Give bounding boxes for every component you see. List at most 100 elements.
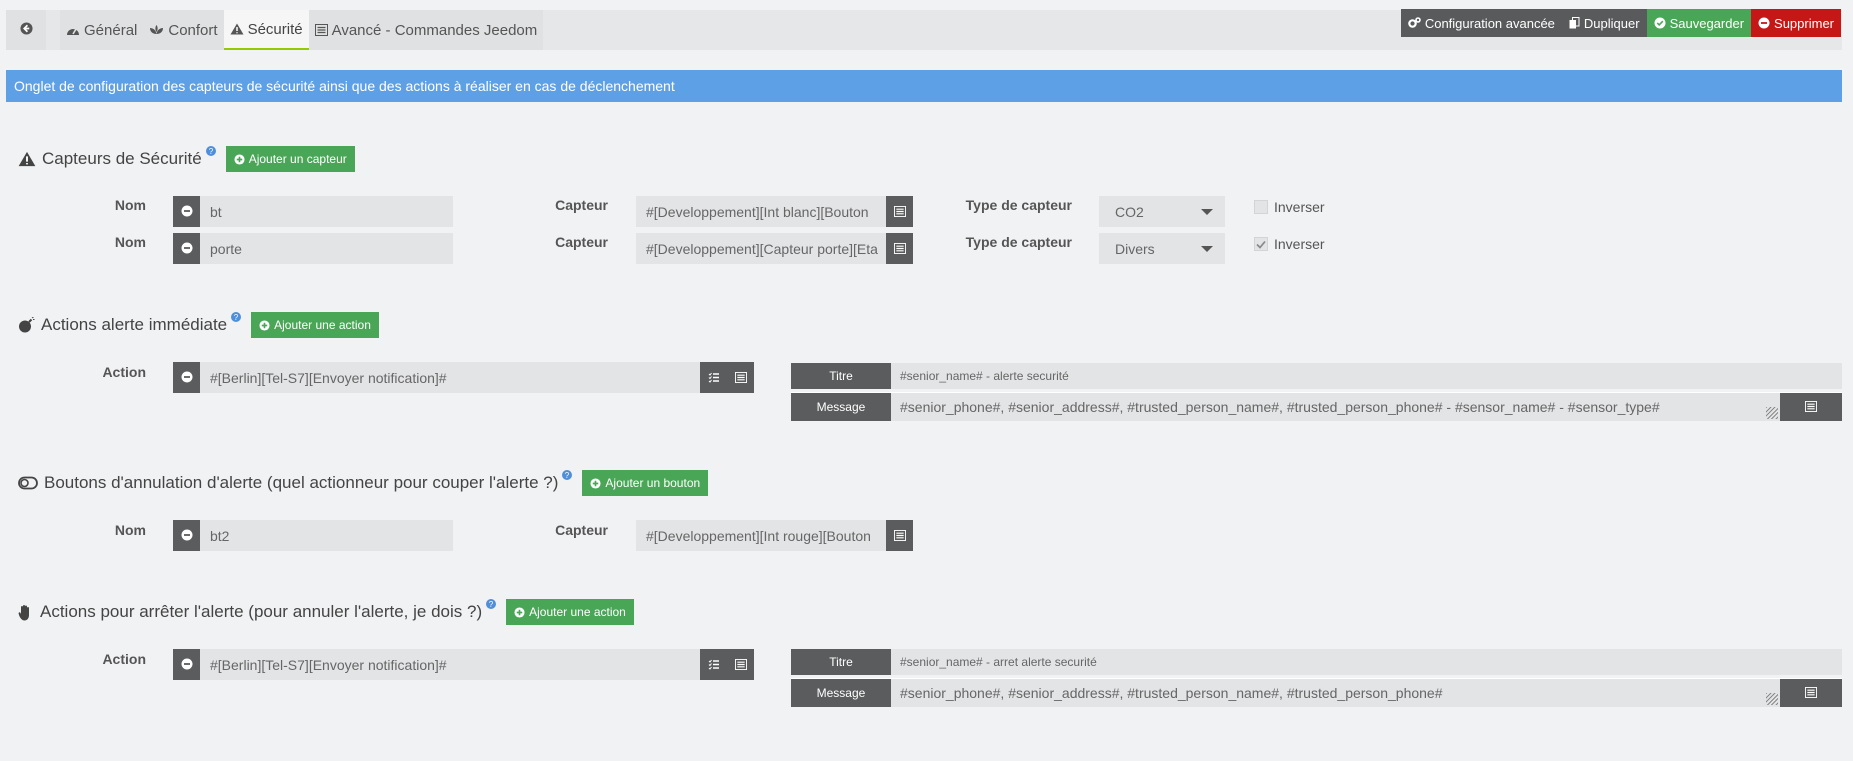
select-message-cmd-button[interactable]: [1780, 392, 1842, 421]
minus-circle-icon: [181, 204, 193, 220]
add-stop-action-button[interactable]: Ajouter une action: [506, 599, 634, 625]
sensor-cmd-input[interactable]: #[Developpement][Capteur porte][Eta: [636, 233, 886, 264]
sensor-label: Capteur: [555, 522, 608, 538]
invert-checkbox-row: Inverser: [1254, 236, 1325, 252]
message-textarea[interactable]: #senior_phone#, #senior_address#, #trust…: [891, 392, 1780, 421]
save-label: Sauvegarder: [1669, 15, 1745, 31]
stop-message-row: Message #senior_phone#, #senior_address#…: [791, 678, 1842, 707]
select-message-cmd-button[interactable]: [1780, 678, 1842, 707]
caret-down-icon: [1201, 245, 1213, 252]
tab-general[interactable]: Général: [60, 10, 144, 50]
select-cmd-button[interactable]: [886, 233, 913, 264]
action-label: Action: [102, 364, 146, 380]
save-button[interactable]: Sauvegarder: [1646, 9, 1752, 37]
add-button-button[interactable]: Ajouter un bouton: [582, 470, 709, 496]
sensor-type-value: CO2: [1115, 203, 1144, 220]
sensor-name-group: porte: [173, 233, 453, 264]
tasks-icon: [708, 370, 720, 386]
info-banner: Onglet de configuration des capteurs de …: [6, 70, 1842, 102]
advanced-config-label: Configuration avancée: [1424, 15, 1555, 31]
tab-avance[interactable]: Avancé - Commandes Jeedom: [308, 10, 544, 50]
tab-bar: Général Confort Sécurité Avancé - Comman…: [6, 10, 544, 50]
stop-action-cmd-group: #[Berlin][Tel-S7][Envoyer notification]#: [173, 649, 754, 680]
security-sensors-section-header: Capteurs de Sécurité ? Ajouter un capteu…: [18, 146, 355, 172]
remove-sensor-button[interactable]: [173, 233, 200, 264]
select-action-list-button[interactable]: [700, 362, 727, 393]
invert-checkbox[interactable]: [1254, 200, 1268, 214]
sensor-name-input[interactable]: porte: [200, 233, 453, 264]
plus-circle-icon: [234, 153, 245, 165]
select-cmd-button[interactable]: [727, 362, 754, 393]
minus-circle-icon: [1758, 17, 1770, 29]
arrow-left-circle-icon: [19, 21, 33, 39]
remove-stop-action-button[interactable]: [173, 649, 200, 680]
title-input[interactable]: #senior_name# - alerte securité: [891, 363, 1842, 389]
delete-button[interactable]: Supprimer: [1751, 9, 1841, 37]
select-action-list-button[interactable]: [700, 649, 727, 680]
sensor-cmd-group: #[Developpement][Capteur porte][Eta: [636, 233, 913, 264]
message-textarea[interactable]: #senior_phone#, #senior_address#, #trust…: [891, 678, 1780, 707]
delete-label: Supprimer: [1774, 15, 1834, 31]
add-action-label: Ajouter une action: [274, 318, 371, 332]
remove-button-button[interactable]: [173, 520, 200, 551]
tab-securite[interactable]: Sécurité: [223, 10, 309, 50]
warning-icon: [230, 23, 244, 35]
action-toolbar: Configuration avancée Dupliquer Sauvegar…: [1400, 9, 1841, 37]
button-cmd-group: #[Developpement][Int rouge][Bouton: [636, 520, 913, 551]
list-alt-icon: [893, 204, 906, 220]
name-label: Nom: [114, 522, 146, 538]
resize-handle[interactable]: [1766, 693, 1778, 705]
list-alt-icon: [893, 241, 906, 257]
help-icon[interactable]: ?: [562, 470, 573, 480]
help-icon[interactable]: ?: [231, 312, 242, 322]
caret-down-icon: [1201, 208, 1213, 215]
sensor-type-label: Type de capteur: [965, 197, 1072, 213]
advanced-config-button[interactable]: Configuration avancée: [1400, 9, 1562, 37]
sensor-type-label: Type de capteur: [965, 234, 1072, 250]
stop-title-row: Titre #senior_name# - arret alerte secur…: [791, 649, 1842, 675]
invert-checkbox[interactable]: [1254, 237, 1268, 251]
select-cmd-button[interactable]: [727, 649, 754, 680]
message-row: Message #senior_phone#, #senior_address#…: [791, 392, 1842, 421]
resize-handle[interactable]: [1766, 407, 1778, 419]
add-sensor-button[interactable]: Ajouter un capteur: [225, 146, 355, 172]
add-stop-action-label: Ajouter une action: [529, 605, 626, 619]
check-circle-icon: [1654, 17, 1666, 29]
button-cmd-input[interactable]: #[Developpement][Int rouge][Bouton: [636, 520, 886, 551]
svg-text:?: ?: [234, 313, 239, 322]
sensor-cmd-input[interactable]: #[Developpement][Int blanc][Bouton: [636, 196, 886, 227]
duplicate-button[interactable]: Dupliquer: [1561, 9, 1647, 37]
spa-icon: [149, 24, 164, 36]
invert-label: Inverser: [1274, 199, 1325, 215]
sensor-type-select[interactable]: Divers: [1099, 233, 1225, 264]
tab-confort[interactable]: Confort: [143, 10, 224, 50]
section-title: Boutons d'annulation d'alerte (quel acti…: [44, 473, 559, 492]
section-title: Capteurs de Sécurité: [42, 149, 202, 168]
title-input[interactable]: #senior_name# - arret alerte securité: [891, 649, 1842, 675]
tab-label: Général: [84, 21, 138, 39]
tachometer-icon: [66, 24, 80, 36]
message-text: #senior_phone#, #senior_address#, #trust…: [900, 685, 1443, 701]
select-cmd-button[interactable]: [886, 196, 913, 227]
remove-sensor-button[interactable]: [173, 196, 200, 227]
select-cmd-button[interactable]: [886, 520, 913, 551]
action-cmd-input[interactable]: #[Berlin][Tel-S7][Envoyer notification]#: [200, 362, 700, 393]
cancel-buttons-section-header: Boutons d'annulation d'alerte (quel acti…: [18, 470, 709, 496]
stop-action-cmd-input[interactable]: #[Berlin][Tel-S7][Envoyer notification]#: [200, 649, 700, 680]
message-label: Message: [791, 392, 891, 421]
back-button[interactable]: [6, 10, 46, 50]
tab-spacer: [46, 10, 60, 50]
svg-text:?: ?: [208, 147, 213, 156]
help-icon[interactable]: ?: [205, 146, 216, 156]
sensor-type-select[interactable]: CO2: [1099, 196, 1225, 227]
title-label: Titre: [791, 363, 891, 389]
sensor-cmd-group: #[Developpement][Int blanc][Bouton: [636, 196, 913, 227]
sensor-name-input[interactable]: bt: [200, 196, 453, 227]
add-action-button[interactable]: Ajouter une action: [251, 312, 379, 338]
minus-circle-icon: [181, 370, 193, 386]
help-icon[interactable]: ?: [486, 599, 497, 609]
button-name-input[interactable]: bt2: [200, 520, 453, 551]
list-alt-icon: [1805, 399, 1817, 415]
remove-action-button[interactable]: [173, 362, 200, 393]
plus-circle-icon: [514, 606, 525, 618]
